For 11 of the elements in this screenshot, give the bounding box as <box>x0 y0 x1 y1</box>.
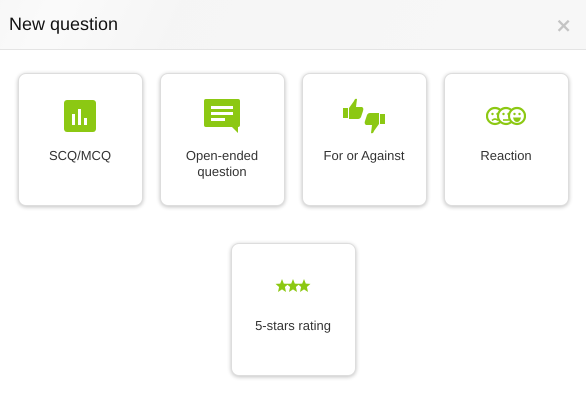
stars-icon <box>275 279 311 293</box>
speech-bubble-icon <box>204 99 240 133</box>
question-type-card[interactable]: Reaction <box>444 73 568 206</box>
question-type-card[interactable]: SCQ/MCQ <box>18 73 142 206</box>
question-type-card[interactable]: Open-ended question <box>160 73 284 206</box>
smiley-faces-icon <box>486 105 526 127</box>
question-type-card[interactable]: 5-stars rating <box>230 243 356 376</box>
question-type-card[interactable]: For or Against <box>302 73 426 206</box>
dialog-title: New question <box>9 14 118 35</box>
thumbs-up-down-icon <box>343 98 385 134</box>
bar-chart-icon <box>64 100 96 132</box>
